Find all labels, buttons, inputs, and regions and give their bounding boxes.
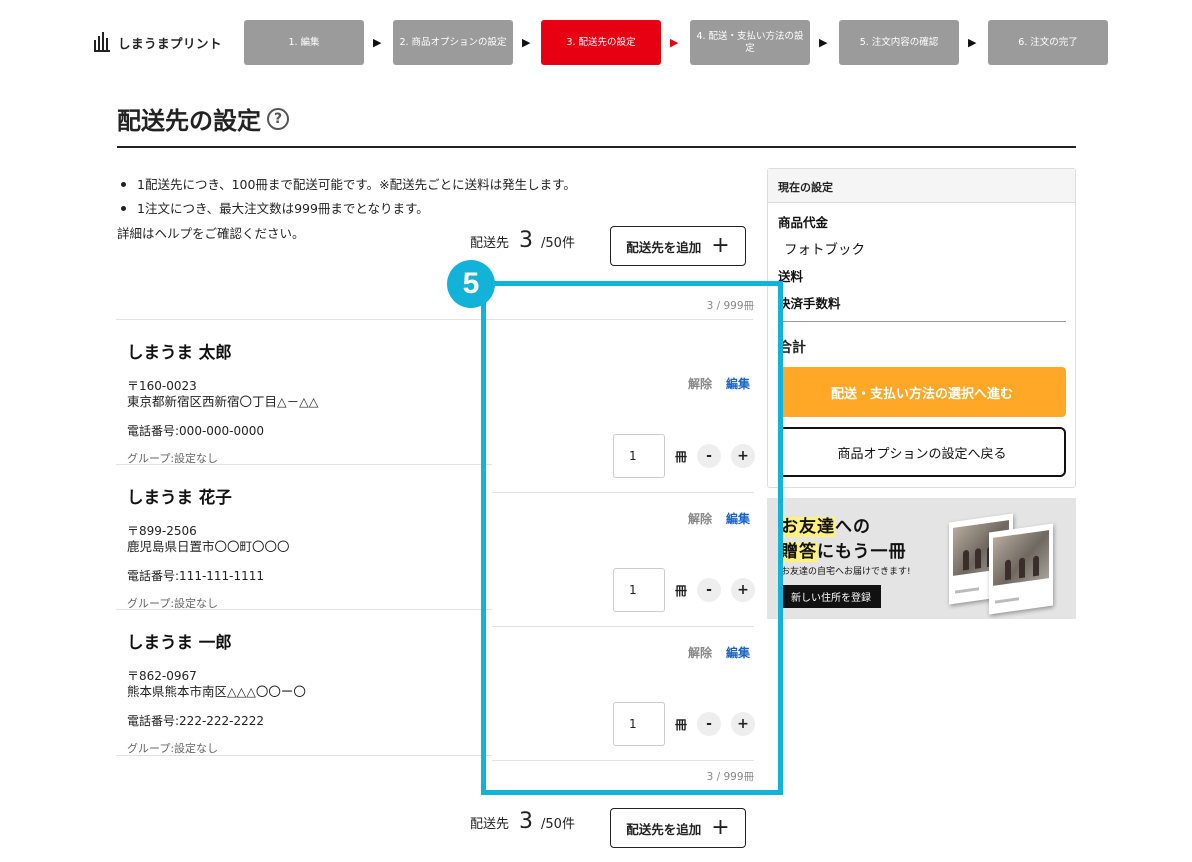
summary-heading: 現在の設定 — [768, 169, 1075, 203]
recipient-name: しまうま 太郎 — [127, 343, 232, 362]
postal-code: 〒862-0967 — [127, 669, 197, 683]
register-address-button[interactable]: 新しい住所を登録 — [781, 585, 881, 608]
step-order-complete: 6. 注文の完了 — [988, 20, 1108, 65]
annotation-badge: 5 — [447, 260, 495, 308]
photobook-image — [989, 523, 1053, 615]
address-card: しまうま 太郎 〒160-0023 東京都新宿区西新宿〇丁目△－△△ 電話番号:… — [127, 339, 467, 466]
page-title-text: 配送先の設定 — [117, 107, 261, 135]
phone-number: 電話番号:222-222-2222 — [127, 714, 265, 728]
banner-headline-1: お友達への — [781, 512, 871, 537]
street-address: 東京都新宿区西新宿〇丁目△－△△ — [127, 394, 319, 409]
group-setting: グループ:設定なし — [127, 452, 219, 465]
step-shipping-payment: 4. 配送・支払い方法の設定 — [690, 20, 810, 65]
step-arrow-icon: ▶ — [819, 36, 828, 49]
title-divider — [117, 146, 1076, 148]
add-destination-button[interactable]: 配送先を追加 + — [610, 226, 746, 266]
phone-number: 電話番号:111-111-1111 — [127, 569, 265, 583]
postal-code: 〒899-2506 — [127, 524, 197, 538]
step-arrow-icon: ▶ — [373, 36, 382, 49]
destination-count-label: 配送先 — [470, 817, 510, 832]
add-destination-button[interactable]: 配送先を追加 + — [610, 808, 746, 848]
help-icon[interactable]: ? — [267, 107, 289, 130]
destination-count: 配送先 3 /50件 — [470, 809, 575, 834]
destination-count-value: 3 — [519, 809, 534, 834]
step-shipping-address: 3. 配送先の設定 — [541, 20, 661, 65]
product-item: フォトブック — [784, 242, 865, 258]
phone-number: 電話番号:000-000-0000 — [127, 424, 265, 438]
step-arrow-icon: ▶ — [968, 36, 977, 49]
banner-highlight: 贈答 — [781, 542, 817, 562]
banner-text: への — [835, 517, 871, 537]
banner-headline-2: 贈答にもう一冊 — [781, 537, 907, 562]
destination-count: 配送先 3 /50件 — [470, 228, 575, 253]
banner-text: にもう一冊 — [817, 542, 907, 562]
summary-divider — [778, 321, 1066, 322]
group-setting: グループ:設定なし — [127, 742, 219, 755]
destination-count-value: 3 — [519, 228, 534, 253]
proceed-button[interactable]: 配送・支払い方法の選択へ進む — [778, 367, 1066, 417]
plus-icon: + — [711, 233, 730, 258]
back-button[interactable]: 商品オプションの設定へ戻る — [778, 427, 1066, 477]
page-title: 配送先の設定 ? — [117, 101, 289, 136]
add-destination-label: 配送先を追加 — [626, 821, 702, 837]
payment-fee-label: 決済手数料 — [778, 296, 841, 311]
note-item: 1注文につき、最大注文数は999冊までとなります。 — [117, 197, 576, 221]
street-address: 熊本県熊本市南区△△△〇〇ー〇 — [127, 684, 306, 699]
product-price-label: 商品代金 — [778, 215, 829, 230]
logo[interactable]: しまうまプリント — [94, 32, 222, 52]
destination-count-label: 配送先 — [470, 236, 510, 251]
postal-code: 〒160-0023 — [127, 379, 197, 393]
note-item: 1配送先につき、100冊まで配送可能です。※配送先ごとに送料は発生します。 — [117, 173, 576, 197]
address-card: しまうま 花子 〒899-2506 鹿児島県日置市〇〇町〇〇〇 電話番号:111… — [127, 484, 467, 611]
step-edit: 1. 編集 — [244, 20, 364, 65]
recipient-name: しまうま 一郎 — [127, 633, 232, 652]
street-address: 鹿児島県日置市〇〇町〇〇〇 — [127, 539, 290, 554]
address-card: しまうま 一郎 〒862-0967 熊本県熊本市南区△△△〇〇ー〇 電話番号:2… — [127, 629, 467, 756]
banner-subtext: お友達の自宅へお届けできます! — [781, 567, 911, 577]
step-confirm-order: 5. 注文内容の確認 — [839, 20, 959, 65]
step-arrow-icon: ▶ — [522, 36, 531, 49]
destination-count-capacity: /50件 — [541, 236, 575, 251]
highlight-frame — [481, 281, 783, 795]
step-arrow-icon: ▶ — [670, 36, 679, 49]
add-destination-label: 配送先を追加 — [626, 239, 702, 255]
recipient-name: しまうま 花子 — [127, 488, 232, 507]
banner-highlight: お友達 — [781, 517, 835, 537]
step-product-options: 2. 商品オプションの設定 — [393, 20, 513, 65]
plus-icon: + — [711, 815, 730, 840]
gift-banner[interactable]: お友達への 贈答にもう一冊 お友達の自宅へお届けできます! 新しい住所を登録 — [767, 498, 1076, 619]
order-summary-panel: 現在の設定 商品代金 フォトブック 送料 決済手数料 合計 配送・支払い方法の選… — [767, 168, 1076, 488]
destination-count-capacity: /50件 — [541, 817, 575, 832]
group-setting: グループ:設定なし — [127, 597, 219, 610]
logo-icon — [94, 32, 112, 52]
logo-text: しまうまプリント — [118, 35, 223, 51]
